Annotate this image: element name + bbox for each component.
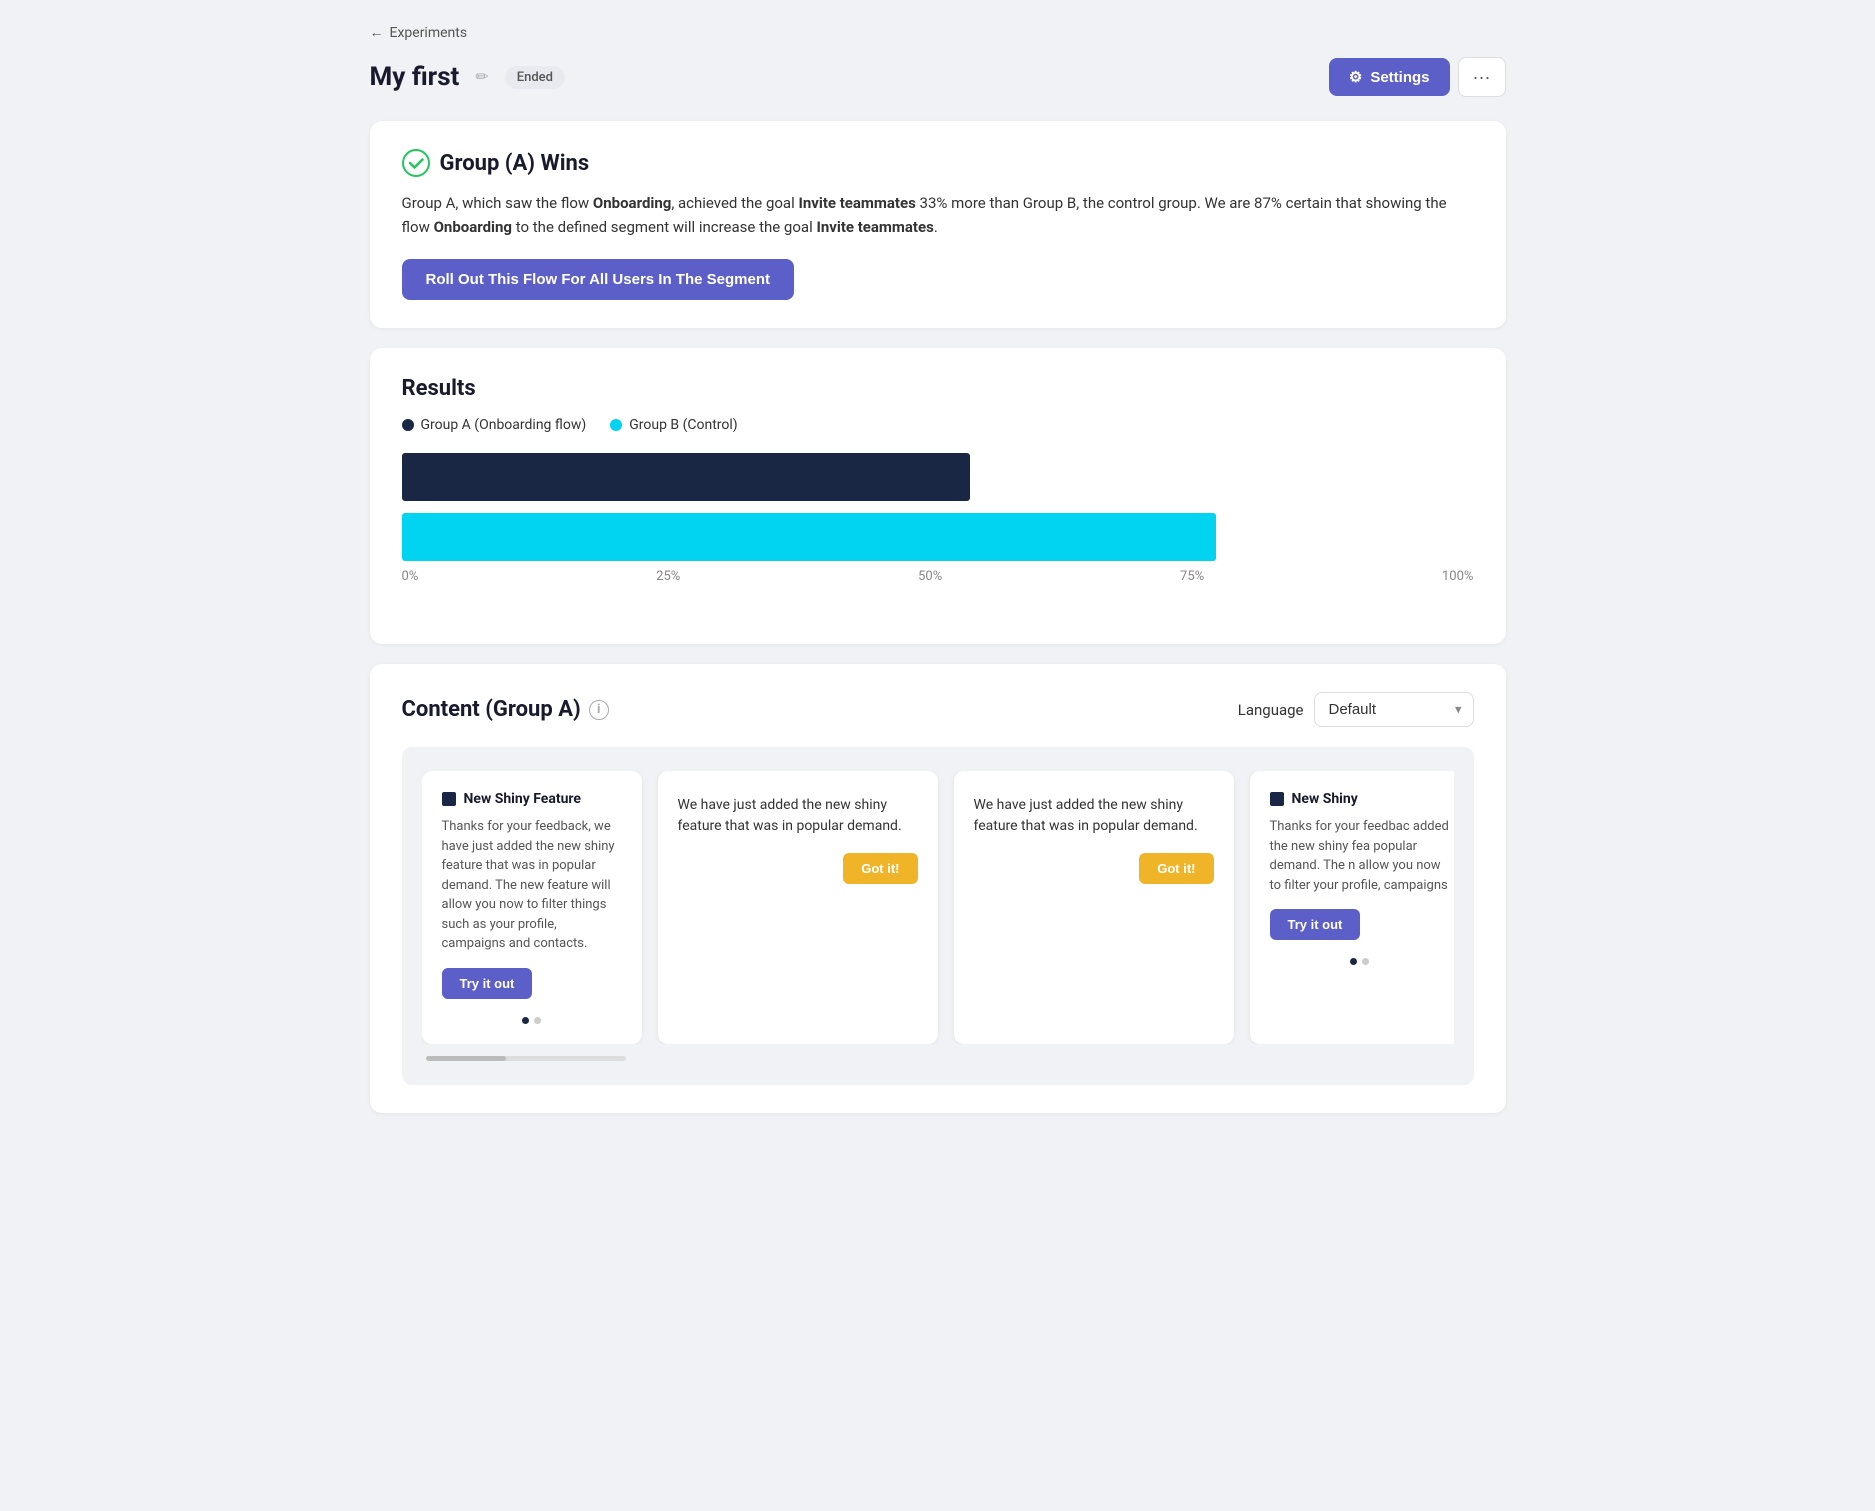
slide-3-text: We have just added the new shiny feature… (974, 795, 1214, 837)
gear-icon: ⚙ (1349, 68, 1362, 86)
back-link[interactable]: ← Experiments (370, 24, 1506, 41)
content-title-label: Content (Group A) (402, 697, 581, 722)
results-card: Results Group A (Onboarding flow) Group … (370, 348, 1506, 644)
slide-1-icon (442, 792, 456, 806)
slide-3-got-button[interactable]: Got it! (1139, 853, 1213, 884)
back-arrow-icon: ← (370, 24, 384, 41)
legend-dot-group-a (402, 419, 414, 431)
winner-card: Group (A) Wins Group A, which saw the fl… (370, 121, 1506, 328)
x-label-25: 25% (656, 569, 680, 584)
legend-dot-group-b (610, 419, 622, 431)
results-title: Results (402, 376, 1474, 401)
more-options-button[interactable]: ··· (1458, 57, 1506, 97)
slide-4-dots (1270, 958, 1450, 965)
info-icon[interactable]: i (589, 700, 609, 720)
language-select[interactable]: Default English French Spanish (1314, 692, 1474, 727)
winner-description: Group A, which saw the flow Onboarding, … (402, 191, 1474, 239)
bar-group-a (402, 453, 970, 501)
slide-1-header: New Shiny Feature (442, 791, 622, 807)
slides-area: New Shiny Feature Thanks for your feedba… (402, 747, 1474, 1085)
slide-4-try-button[interactable]: Try it out (1270, 909, 1361, 940)
legend-item-group-a: Group A (Onboarding flow) (402, 417, 587, 433)
slide-2: We have just added the new shiny feature… (658, 771, 938, 1044)
slide-1-try-button[interactable]: Try it out (442, 968, 533, 999)
x-label-0: 0% (402, 569, 419, 584)
language-selector: Language Default English French Spanish … (1238, 692, 1474, 727)
slide-4-dot-1 (1350, 958, 1357, 965)
page-header-right: ⚙ Settings ··· (1329, 57, 1506, 97)
page-title: My first (370, 62, 460, 92)
chart-area: 0% 25% 50% 75% 100% (402, 453, 1474, 616)
scrollbar-thumb (426, 1056, 506, 1061)
slide-3: We have just added the new shiny feature… (954, 771, 1234, 1044)
slide-4-title: New Shiny (1292, 791, 1358, 807)
x-label-75: 75% (1180, 569, 1204, 584)
slide-dot-2 (534, 1017, 541, 1024)
slide-2-text: We have just added the new shiny feature… (678, 795, 918, 837)
slide-1-title: New Shiny Feature (464, 791, 581, 807)
slide-4-body: Thanks for your feedbac added the new sh… (1270, 817, 1450, 895)
slide-1-dots (442, 1017, 622, 1024)
chart-legend: Group A (Onboarding flow) Group B (Contr… (402, 417, 1474, 433)
slide-1-body: Thanks for your feedback, we have just a… (442, 817, 622, 954)
content-header: Content (Group A) i Language Default Eng… (402, 692, 1474, 727)
edit-title-button[interactable]: ✏ (471, 63, 492, 91)
slide-4-header: New Shiny (1270, 791, 1450, 807)
language-select-wrapper: Default English French Spanish ▾ (1314, 692, 1474, 727)
x-label-100: 100% (1442, 569, 1473, 584)
chart-x-axis: 0% 25% 50% 75% 100% (402, 569, 1474, 584)
page-header-left: My first ✏ Ended (370, 62, 565, 92)
slides-row: New Shiny Feature Thanks for your feedba… (422, 771, 1454, 1044)
content-title: Content (Group A) i (402, 697, 609, 722)
settings-label: Settings (1370, 69, 1429, 86)
slide-4-dot-2 (1362, 958, 1369, 965)
slides-scrollbar[interactable] (422, 1056, 1454, 1061)
slide-2-got-button[interactable]: Got it! (843, 853, 917, 884)
slide-4: New Shiny Thanks for your feedbac added … (1250, 771, 1454, 1044)
rollout-button[interactable]: Roll Out This Flow For All Users In The … (402, 259, 794, 300)
x-label-50: 50% (918, 569, 942, 584)
bar-group-b-row (402, 513, 1474, 561)
bar-group-b (402, 513, 1217, 561)
scrollbar-track (426, 1056, 626, 1061)
status-badge: Ended (505, 66, 565, 89)
content-card: Content (Group A) i Language Default Eng… (370, 664, 1506, 1113)
language-label: Language (1238, 701, 1304, 719)
legend-label-group-a: Group A (Onboarding flow) (421, 417, 587, 433)
slide-dot-1 (522, 1017, 529, 1024)
page-header: My first ✏ Ended ⚙ Settings ··· (370, 57, 1506, 97)
bar-group-a-row (402, 453, 1474, 501)
legend-item-group-b: Group B (Control) (610, 417, 737, 433)
chart-bars (402, 453, 1474, 561)
slide-4-icon (1270, 792, 1284, 806)
legend-label-group-b: Group B (Control) (629, 417, 737, 433)
slide-1: New Shiny Feature Thanks for your feedba… (422, 771, 642, 1044)
settings-button[interactable]: ⚙ Settings (1329, 58, 1450, 96)
winner-check-icon (402, 149, 430, 177)
winner-header: Group (A) Wins (402, 149, 1474, 177)
winner-title: Group (A) Wins (440, 151, 590, 176)
back-label: Experiments (390, 25, 468, 41)
